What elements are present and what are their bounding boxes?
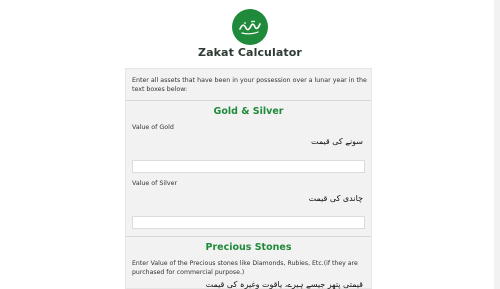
- section-divider: [126, 100, 371, 101]
- silver-value-input[interactable]: [132, 216, 365, 229]
- zakat-logo-icon: [232, 9, 268, 45]
- section-divider: [126, 236, 371, 237]
- zakat-calculator-page: Zakat Calculator Enter all assets that h…: [0, 0, 500, 289]
- precious-stones-urdu-description: قیمتی پتھر جیسے ہیرے، یاقوت وغیرہ کی قیم…: [205, 280, 363, 289]
- gold-value-input[interactable]: [132, 160, 365, 173]
- silver-value-urdu-label: چاندی کی قیمت: [308, 194, 363, 203]
- gold-value-urdu-label: سونے کی قیمت: [310, 137, 363, 146]
- precious-stones-description: Enter Value of the Precious stones like …: [132, 260, 358, 276]
- gold-value-label: Value of Gold: [132, 124, 174, 131]
- page-scrollbar[interactable]: [494, 0, 500, 289]
- gold-silver-heading: Gold & Silver: [213, 106, 284, 117]
- form-intro-text: Enter all assets that have been in your …: [132, 77, 367, 93]
- calculator-form: Enter all assets that have been in your …: [125, 68, 372, 289]
- precious-stones-heading: Precious Stones: [205, 242, 292, 253]
- page-title: Zakat Calculator: [198, 46, 302, 59]
- silver-value-label: Value of Silver: [132, 180, 178, 187]
- zakat-calligraphy-icon: [239, 20, 261, 35]
